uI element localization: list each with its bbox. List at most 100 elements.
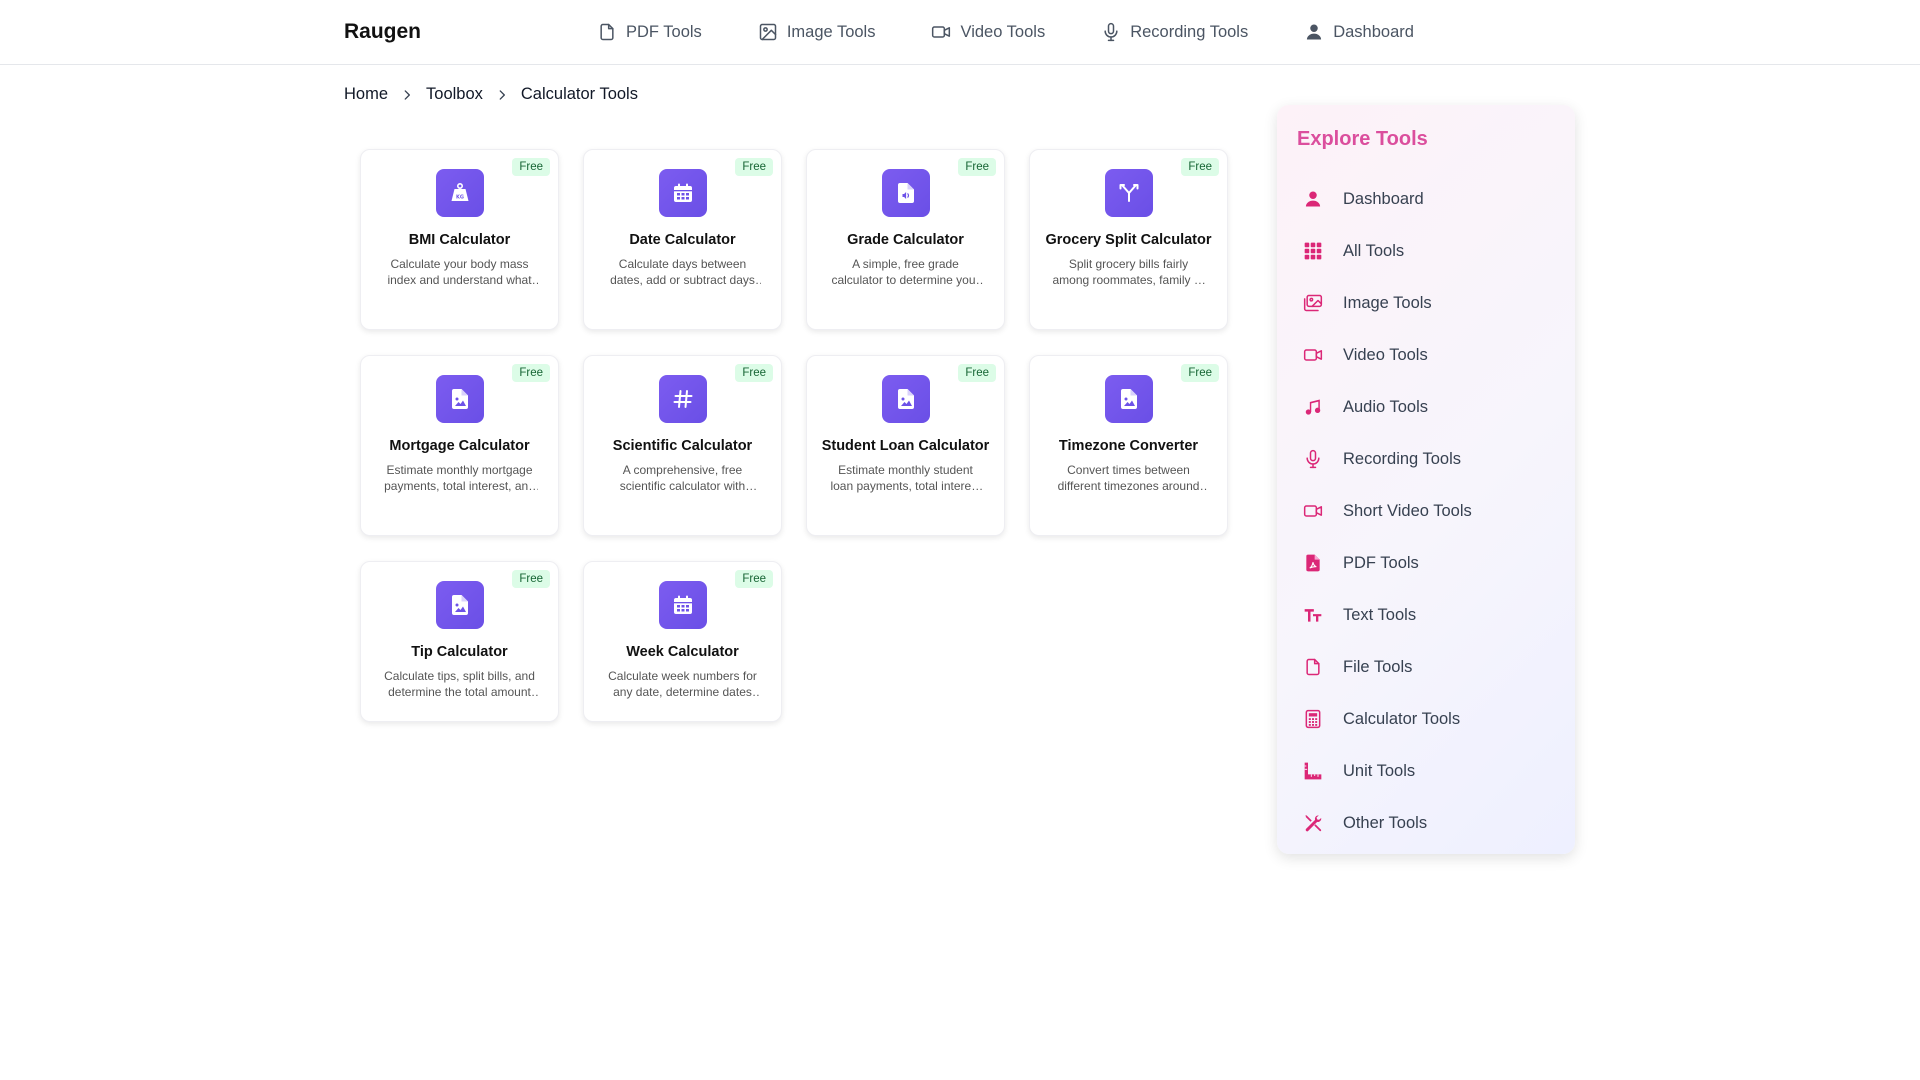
- file-icon: [600, 23, 614, 41]
- file-image-icon: [435, 581, 484, 629]
- free-badge: Free: [958, 364, 996, 382]
- sidebar-item-label: Text Tools: [1343, 605, 1417, 624]
- tool-title: Grocery Split Calculator: [1045, 232, 1212, 248]
- tool-title: Week Calculator: [626, 644, 739, 660]
- video-icon: [1303, 501, 1323, 521]
- sidebar-item-label: Image Tools: [1343, 293, 1432, 312]
- sidebar-item-label: File Tools: [1343, 657, 1413, 676]
- sidebar-item-short-video-tools[interactable]: Short Video Tools: [1303, 485, 1472, 537]
- nav-label: Recording Tools: [1130, 22, 1249, 41]
- sidebar-item-calculator-tools[interactable]: Calculator Tools: [1303, 693, 1472, 745]
- tool-card-grade-calculator[interactable]: Free Grade Calculator A simple, free gra…: [806, 149, 1005, 330]
- calculator-icon: [1303, 709, 1323, 729]
- breadcrumb-toolbox[interactable]: Toolbox: [426, 85, 483, 104]
- svg-text:KG: KG: [456, 195, 464, 201]
- nav-dashboard[interactable]: Dashboard: [1304, 22, 1414, 42]
- tool-title: Grade Calculator: [847, 232, 964, 248]
- sidebar-item-label: Calculator Tools: [1343, 709, 1461, 728]
- nav-label: PDF Tools: [626, 22, 702, 41]
- chevron-right-icon: [495, 88, 509, 102]
- nav-image-tools[interactable]: Image Tools: [758, 22, 876, 42]
- free-badge: Free: [512, 570, 550, 588]
- file-icon: [1303, 657, 1323, 677]
- tool-card-tip-calculator[interactable]: Free Tip Calculator Calculate tips, spli…: [360, 561, 559, 722]
- user-icon: [1307, 24, 1322, 40]
- microphone-icon: [1303, 449, 1323, 469]
- text-height-icon: [1303, 605, 1323, 625]
- ruler-icon: [1303, 761, 1323, 781]
- grid-icon: [1303, 241, 1323, 261]
- sidebar-item-label: All Tools: [1343, 241, 1405, 260]
- tool-card-bmi-calculator[interactable]: Free KG BMI Calculator Calculate your bo…: [360, 149, 559, 330]
- tool-card-grocery-split-calculator[interactable]: Free Grocery Split Calculator Split groc…: [1029, 149, 1228, 330]
- free-badge: Free: [1181, 158, 1219, 176]
- brand-logo[interactable]: Raugen: [344, 20, 421, 44]
- tool-card-timezone-converter[interactable]: Free Timezone Converter Convert times be…: [1029, 355, 1228, 536]
- tool-card-week-calculator[interactable]: Free Week Calculator Calculate week numb…: [583, 561, 782, 722]
- tool-description: A simple, free grade calculator to deter…: [831, 257, 980, 287]
- tool-title: Date Calculator: [629, 232, 736, 248]
- breadcrumb-current: Calculator Tools: [520, 85, 638, 103]
- calendar-icon: [658, 581, 707, 629]
- free-badge: Free: [735, 364, 773, 382]
- sidebar-item-label: Other Tools: [1343, 813, 1428, 832]
- tool-title: Mortgage Calculator: [389, 438, 530, 454]
- nav-video-tools[interactable]: Video Tools: [931, 22, 1045, 42]
- breadcrumb-home[interactable]: Home: [344, 85, 388, 104]
- sidebar-item-image-tools[interactable]: Image Tools: [1303, 277, 1472, 329]
- sidebar-item-video-tools[interactable]: Video Tools: [1303, 329, 1472, 381]
- top-navbar: Raugen PDF Tools Image Tools Video Tools…: [0, 0, 1920, 65]
- hashtag-icon: [658, 375, 707, 423]
- tool-title: Scientific Calculator: [612, 438, 753, 454]
- sidebar-item-all-tools[interactable]: All Tools: [1303, 225, 1472, 277]
- sidebar-item-label: Video Tools: [1343, 345, 1428, 364]
- tool-description: Calculate tips, split bills, and determi…: [384, 669, 535, 699]
- file-pdf-icon: [1303, 553, 1323, 573]
- sidebar-item-file-tools[interactable]: File Tools: [1303, 641, 1472, 693]
- file-image-icon: [881, 375, 930, 423]
- tool-card-scientific-calculator[interactable]: Free Scientific Calculator A comprehensi…: [583, 355, 782, 536]
- tools-icon: [1303, 813, 1323, 833]
- sidebar-list: Dashboard All Tools Image Tools Video To…: [1303, 173, 1472, 849]
- tool-title: BMI Calculator: [408, 232, 511, 248]
- sidebar-title: Explore Tools: [1297, 128, 1428, 150]
- nav-pdf-tools[interactable]: PDF Tools: [597, 22, 702, 42]
- file-audio-icon: [881, 169, 930, 217]
- split-icon: [1104, 169, 1153, 217]
- tool-description: Estimate monthly mortgage payments, tota…: [384, 463, 535, 493]
- sidebar-item-label: Dashboard: [1343, 189, 1424, 208]
- tool-description: Calculate week numbers for any date, det…: [608, 669, 757, 699]
- tool-description: Convert times between different timezone…: [1057, 463, 1200, 493]
- file-image-icon: [1104, 375, 1153, 423]
- sidebar-item-unit-tools[interactable]: Unit Tools: [1303, 745, 1472, 797]
- free-badge: Free: [735, 570, 773, 588]
- free-badge: Free: [958, 158, 996, 176]
- free-badge: Free: [735, 158, 773, 176]
- user-icon: [1303, 189, 1323, 209]
- nav-label: Video Tools: [960, 22, 1046, 41]
- sidebar-item-dashboard[interactable]: Dashboard: [1303, 173, 1472, 225]
- sidebar-item-pdf-tools[interactable]: PDF Tools: [1303, 537, 1472, 589]
- nav-recording-tools[interactable]: Recording Tools: [1101, 22, 1248, 42]
- nav-label: Image Tools: [786, 22, 876, 41]
- tool-card-student-loan-calculator[interactable]: Free Student Loan Calculator Estimate mo…: [806, 355, 1005, 536]
- sidebar-item-audio-tools[interactable]: Audio Tools: [1303, 381, 1472, 433]
- sidebar-item-other-tools[interactable]: Other Tools: [1303, 797, 1472, 849]
- tool-title: Timezone Converter: [1058, 438, 1199, 454]
- tool-description: A comprehensive, free scientific calcula…: [619, 463, 746, 493]
- chevron-right-icon: [400, 88, 414, 102]
- free-badge: Free: [512, 158, 550, 176]
- tool-title: Tip Calculator: [411, 644, 508, 660]
- file-image-icon: [435, 375, 484, 423]
- sidebar-item-label: PDF Tools: [1343, 553, 1419, 572]
- tool-card-mortgage-calculator[interactable]: Free Mortgage Calculator Estimate monthl…: [360, 355, 559, 536]
- free-badge: Free: [512, 364, 550, 382]
- tool-description: Calculate days between dates, add or sub…: [610, 257, 755, 287]
- music-icon: [1303, 397, 1323, 417]
- image-icon: [759, 23, 777, 41]
- sidebar-item-text-tools[interactable]: Text Tools: [1303, 589, 1472, 641]
- tool-description: Estimate monthly student loan payments, …: [830, 463, 981, 493]
- tool-card-date-calculator[interactable]: Free Date Calculator Calculate days betw…: [583, 149, 782, 330]
- images-icon: [1303, 293, 1323, 313]
- sidebar-item-recording-tools[interactable]: Recording Tools: [1303, 433, 1472, 485]
